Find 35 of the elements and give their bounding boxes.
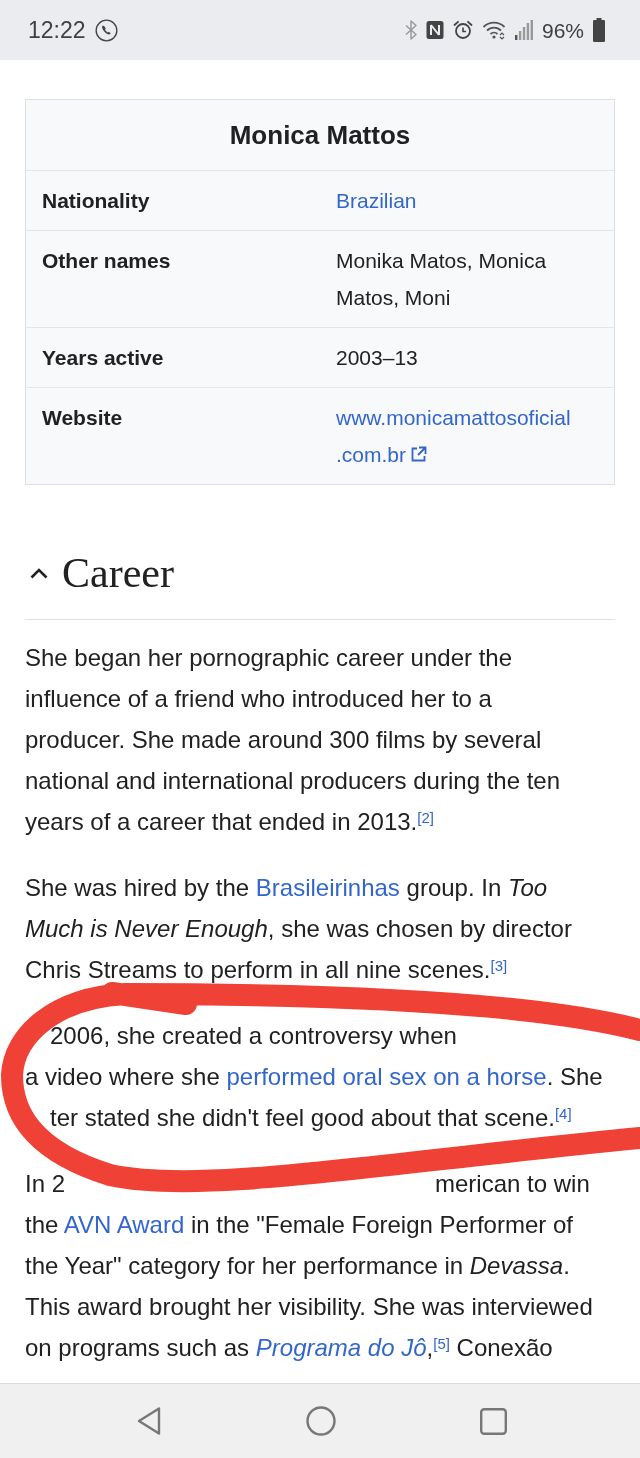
nfc-icon (425, 20, 444, 40)
section-heading: Career (62, 549, 174, 598)
paragraph: She began her pornographic career under the influence of a friend who introduced her to a producer. She made around 300 films by several national and international producers during the ten years of a career that ended in 2013.$^{[2]}$ (25, 643, 561, 837)
paragraph: She was hired by the Brasileirinhas group. In Too Much is Never Enough, she was chosen by director Chris Streams to perform in all nine scenes.$^{[3]}$ (25, 873, 572, 985)
field-value: 2003–13 (336, 345, 418, 371)
value-link[interactable]: Brazilian (336, 182, 417, 219)
bluetooth-icon (404, 20, 417, 40)
article-link[interactable]: AVN Award (63, 1211, 185, 1238)
field-label: Other names (42, 248, 172, 274)
infobox-title: Monica Mattos (228, 119, 412, 152)
text-fragment: ter stated she didn't feel good about that scene.$^{[4]}$ (50, 1103, 572, 1133)
text-fragment: merican to win (435, 1169, 590, 1199)
field-value: Monika Matos, Monica Matos, Moni (336, 248, 547, 311)
article-link[interactable]: Brasileirinhas (255, 874, 400, 901)
back-icon (136, 1406, 162, 1436)
paragraph: a video where she performed oral sex on a horse. She (25, 1062, 603, 1092)
field-label: Years active (42, 345, 165, 371)
paragraph: the AVN Award in the "Female Foreign Performer of the Year" category for her performance in Devassa. This award brought her visibility. She was interviewed on programs such as Programa do Jô,$^{[5]}$ Conexão (25, 1210, 593, 1363)
status-time: 12:22 (28, 18, 86, 42)
text-fragment: In 2 (25, 1169, 66, 1199)
signal-icon (514, 20, 533, 40)
battery-icon (593, 18, 605, 42)
home-icon (306, 1406, 336, 1436)
text-fragment: 2006, she created a controversy when (50, 1021, 457, 1051)
recents-icon (480, 1407, 507, 1435)
article-link[interactable]: Programa do Jô (255, 1334, 427, 1361)
article-link[interactable]: performed oral sex on a horse (226, 1063, 547, 1090)
field-label: Nationality (42, 188, 151, 214)
alarm-clock-icon (452, 20, 473, 40)
field-label: Website (42, 405, 124, 431)
battery-percent: 96% (541, 19, 584, 41)
caret-up-icon[interactable] (30, 567, 48, 579)
wifi-icon (481, 20, 506, 40)
value-link[interactable]: www.monicamattosoficial .com.br (336, 399, 571, 473)
phone-call-icon (94, 18, 118, 42)
